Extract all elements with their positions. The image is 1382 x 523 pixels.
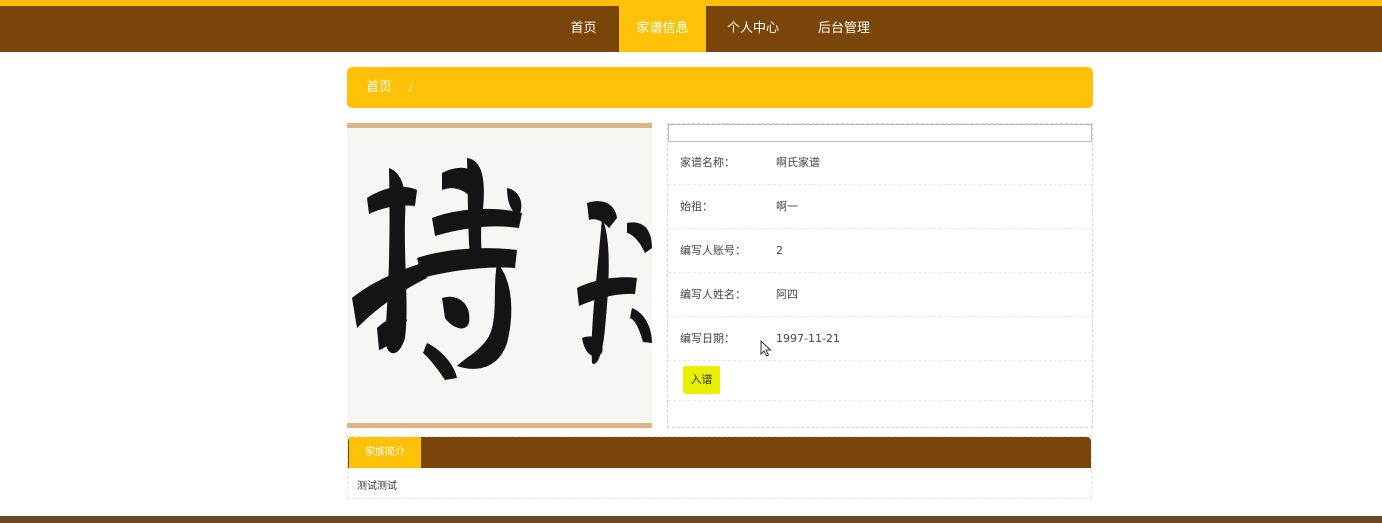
detail-label: 编写人账号：: [680, 244, 746, 257]
mouse-cursor-icon: [760, 340, 772, 357]
detail-row-date: 编写日期： 1997-11-21: [668, 317, 1092, 361]
detail-row-name: 家谱名称： 啊氏家谱: [668, 141, 1092, 185]
detail-label: 编写日期：: [680, 332, 735, 345]
detail-value: 2: [776, 244, 783, 257]
calligraphy-image: [347, 128, 652, 423]
detail-top-field[interactable]: [668, 124, 1092, 142]
intro-header-bar: 家族简介: [348, 437, 1091, 468]
detail-row-ancestor: 始祖： 啊一: [668, 185, 1092, 229]
breadcrumb-separator: /: [409, 81, 413, 94]
footer-strip: [0, 516, 1382, 523]
tab-family-intro[interactable]: 家族简介: [349, 437, 421, 468]
family-intro-text: 测试测试: [357, 481, 397, 492]
detail-value: 啊一: [776, 200, 798, 213]
breadcrumb-home-link[interactable]: 首页: [366, 67, 392, 108]
nav-item-admin[interactable]: 后台管理: [809, 6, 879, 52]
detail-value: 啊氏家谱: [776, 156, 820, 169]
breadcrumb: 首页 /: [347, 67, 1093, 108]
detail-row-actions: [668, 361, 1092, 401]
detail-label: 始祖：: [680, 200, 713, 213]
genealogy-detail-panel: 家谱名称： 啊氏家谱 始祖： 啊一 编写人账号： 2 编写人姓名： 阿四 编写日…: [667, 123, 1093, 428]
detail-label: 编写人姓名：: [680, 288, 746, 301]
detail-value: 1997-11-21: [776, 332, 840, 345]
detail-row-author-account: 编写人账号： 2: [668, 229, 1092, 273]
detail-label: 家谱名称：: [680, 156, 735, 169]
top-navbar: 首页 家谱信息 个人中心 后台管理: [0, 6, 1382, 52]
detail-row-author-name: 编写人姓名： 阿四: [668, 273, 1092, 317]
nav-item-personal-center[interactable]: 个人中心: [718, 6, 788, 52]
nav-item-genealogy[interactable]: 家谱信息: [619, 6, 706, 52]
join-genealogy-button[interactable]: 入谱: [683, 366, 720, 394]
detail-value: 阿四: [776, 288, 798, 301]
nav-item-home[interactable]: 首页: [560, 6, 607, 52]
genealogy-image: [347, 123, 652, 428]
family-intro-panel: 家族简介 测试测试: [347, 436, 1092, 499]
